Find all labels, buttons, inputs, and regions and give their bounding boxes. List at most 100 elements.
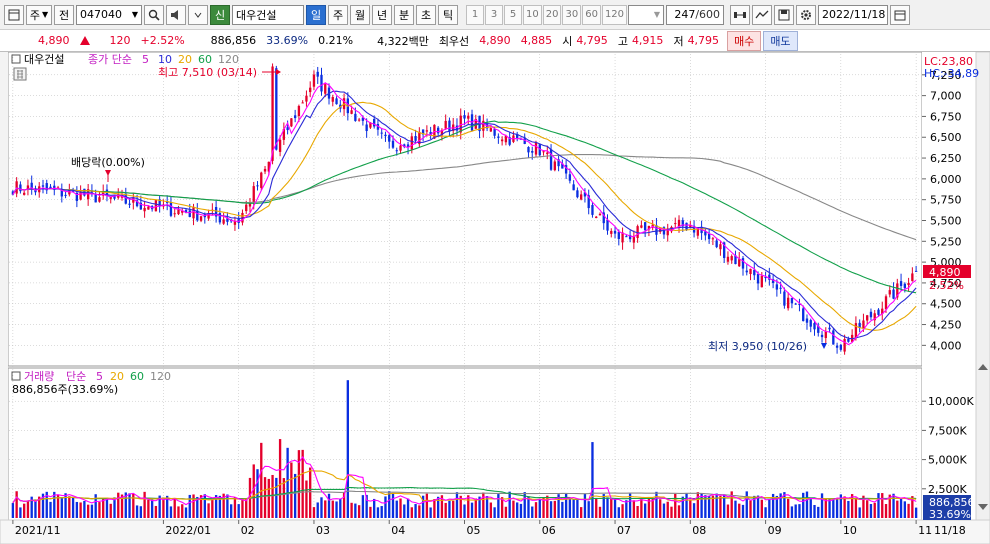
speaker-icon[interactable] [166, 4, 186, 25]
volume-bar [809, 499, 812, 518]
period-tick[interactable]: 틱 [438, 4, 458, 25]
volume-bar [674, 493, 677, 518]
candle-body [843, 339, 846, 352]
candle-body [546, 152, 549, 155]
candle-body [301, 102, 304, 104]
volume-bar [173, 498, 176, 518]
volume-bar [828, 499, 831, 518]
vertical-scrollbar[interactable] [975, 52, 990, 544]
line-tool-icon[interactable] [752, 4, 773, 25]
tick-step-1[interactable]: 1 [466, 4, 484, 25]
calendar-icon[interactable] [890, 4, 911, 25]
volume-bar [414, 504, 417, 518]
candle-body [331, 97, 334, 102]
volume-bar [339, 498, 342, 518]
gear-icon[interactable] [796, 4, 817, 25]
period-daily[interactable]: 일 [306, 4, 326, 25]
open-label: 시 [562, 34, 573, 48]
volume-bar [233, 497, 237, 518]
candle-body [467, 115, 470, 119]
volume-bar [184, 507, 188, 518]
volume-bar [741, 504, 745, 518]
candle-body [854, 323, 858, 338]
price-change: 120 [109, 34, 131, 47]
volume-bar [892, 493, 895, 518]
date-field[interactable]: 2022/11/18 [818, 4, 889, 25]
candle-body [888, 290, 891, 295]
volume-bar [433, 499, 436, 518]
stock-code-input[interactable]: 047040 ▼ [76, 4, 142, 25]
candle-body [425, 130, 429, 132]
volume-bar [49, 501, 52, 518]
zoom-icon[interactable] [730, 4, 751, 25]
chevron-down-icon[interactable] [188, 4, 208, 25]
price-tick-label: 5,250 [930, 235, 962, 248]
volume-bar [549, 501, 553, 518]
volume-bar [380, 506, 383, 518]
candle-body [572, 184, 575, 191]
volume-bar [324, 500, 327, 518]
period-weekly[interactable]: 주 [328, 4, 348, 25]
market-select[interactable]: 주 ▼ [26, 4, 52, 25]
tick-step-3[interactable]: 3 [485, 4, 503, 25]
volume-bar [26, 500, 30, 518]
candle-body [531, 151, 534, 153]
tick-step-10[interactable]: 10 [523, 4, 542, 25]
candle-body [60, 190, 63, 197]
price-tick-label: 6,000 [930, 173, 962, 186]
volume-bar [715, 493, 718, 518]
volume-bar [399, 498, 402, 518]
candle-body [640, 225, 643, 228]
open-value: 4,795 [576, 34, 608, 47]
custom-step-select[interactable]: ▼ [628, 4, 665, 25]
volume-bar [316, 502, 319, 518]
period-yearly[interactable]: 년 [372, 4, 392, 25]
time-tick-label: 11 [918, 524, 932, 537]
volume-bar [568, 498, 572, 518]
candle-body [79, 191, 82, 200]
candle-body [335, 98, 338, 105]
tick-step-120[interactable]: 120 [601, 4, 628, 25]
turnover-ratio: 0.21% [318, 34, 354, 47]
volume-bar [738, 503, 741, 518]
candle-body [271, 66, 274, 161]
save-icon[interactable] [774, 4, 795, 25]
period-monthly[interactable]: 월 [350, 4, 370, 25]
candle-body [256, 185, 259, 187]
tick-step-5[interactable]: 5 [504, 4, 522, 25]
best-bid-label: 최우선 [438, 34, 470, 48]
tick-step-30[interactable]: 30 [562, 4, 582, 25]
period-second[interactable]: 초 [416, 4, 436, 25]
volume-bar [335, 501, 338, 518]
volume-bar [34, 499, 37, 518]
volume-bar [858, 507, 861, 518]
sell-button[interactable]: 매도 [763, 30, 798, 51]
candle-body [760, 275, 763, 288]
candle-body [730, 256, 733, 261]
period-minute[interactable]: 분 [394, 4, 414, 25]
volume-bar [869, 504, 873, 518]
candle-body [775, 284, 779, 290]
bar-count-field[interactable]: 247/600 [666, 4, 725, 25]
volume-bar [177, 506, 180, 518]
tick-step-20[interactable]: 20 [542, 4, 562, 25]
search-icon[interactable] [144, 4, 164, 25]
candle-body [839, 344, 843, 350]
stock-chart[interactable]: 7,2507,0006,7506,5006,2506,0005,7505,500… [0, 52, 990, 544]
prefix-button[interactable]: 전 [54, 4, 74, 25]
window-icon[interactable] [4, 4, 24, 25]
tick-step-60[interactable]: 60 [582, 4, 601, 25]
volume-bar [534, 502, 538, 518]
candle-body [576, 190, 579, 198]
volume-bar [677, 505, 681, 518]
candle-body [707, 233, 711, 240]
high-annotation: 최고 7,510 (03/14) [158, 66, 257, 79]
candle-body [911, 273, 914, 282]
volume-bar [497, 494, 500, 518]
candle-body [643, 222, 647, 231]
volume-bar [23, 503, 26, 518]
volume-bar [756, 495, 760, 518]
buy-button[interactable]: 매수 [727, 30, 762, 51]
candle-body [199, 216, 203, 221]
candle-body [109, 197, 112, 199]
